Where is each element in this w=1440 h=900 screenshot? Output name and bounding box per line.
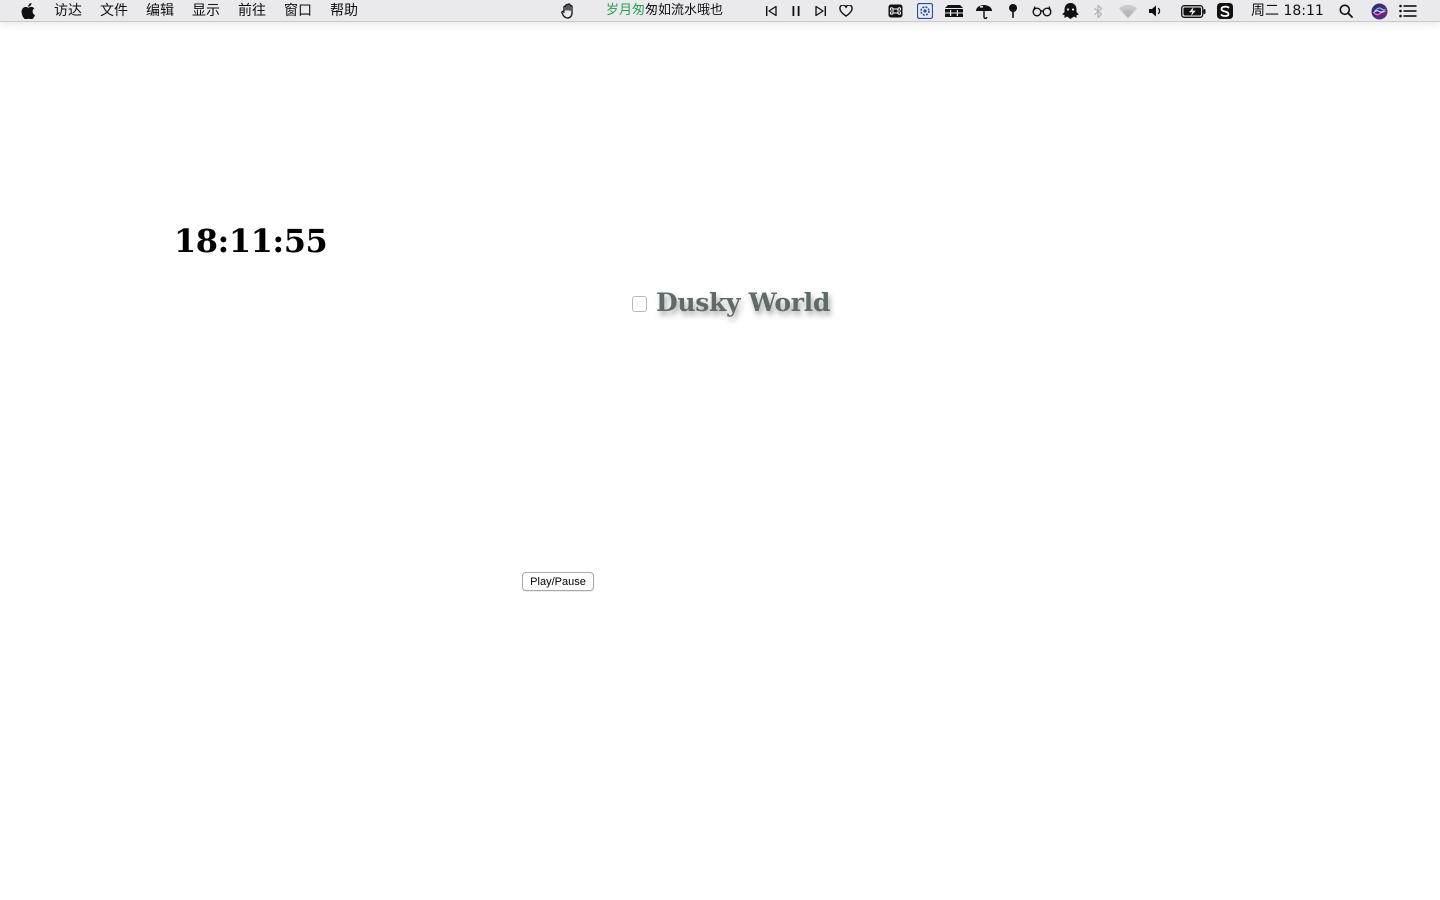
glasses-icon[interactable] <box>1032 0 1052 22</box>
battery-charging-icon[interactable] <box>1180 0 1206 22</box>
pin-icon[interactable] <box>1006 0 1020 22</box>
search-icon[interactable] <box>1338 0 1354 22</box>
hand-icon[interactable] <box>560 0 576 22</box>
clock-time: 18:11:55 <box>174 222 328 260</box>
menu-item-view[interactable]: 显示 <box>183 0 229 22</box>
heart-icon[interactable] <box>838 0 854 22</box>
previous-track-icon[interactable] <box>764 0 778 22</box>
wifi-icon[interactable] <box>1118 0 1138 22</box>
menu-bar-left: 访达 文件 编辑 显示 前往 窗口 帮助 <box>0 0 367 22</box>
next-track-icon[interactable] <box>814 0 828 22</box>
title-checkbox[interactable] <box>632 296 647 312</box>
s-app-icon[interactable] <box>1217 0 1233 22</box>
menu-item-edit[interactable]: 编辑 <box>137 0 183 22</box>
volume-icon[interactable] <box>1147 0 1164 22</box>
siri-icon[interactable] <box>1370 0 1388 22</box>
apple-icon[interactable] <box>20 2 36 19</box>
command-icon[interactable] <box>887 0 903 22</box>
list-icon[interactable] <box>1399 0 1417 22</box>
play-pause-button[interactable]: Play/Pause <box>522 572 594 591</box>
page-title: Dusky World <box>656 287 831 317</box>
menu-item-finder[interactable]: 访达 <box>54 0 91 22</box>
stack-icon[interactable] <box>944 0 964 22</box>
pause-icon[interactable] <box>790 0 802 22</box>
menubar-datetime[interactable]: 周二 18:11 <box>1251 0 1324 22</box>
menu-bar: 访达 文件 编辑 显示 前往 窗口 帮助 岁月匆匆如流水哦也 周二 18:11 <box>0 0 1440 22</box>
menu-item-go[interactable]: 前往 <box>229 0 275 22</box>
gear-badge-icon[interactable] <box>916 0 934 22</box>
title-row: Dusky World <box>632 284 830 320</box>
lyrics-played: 岁月匆 <box>606 3 646 18</box>
menu-item-window[interactable]: 窗口 <box>275 0 321 22</box>
menu-item-help[interactable]: 帮助 <box>321 0 367 22</box>
umbrella-icon[interactable] <box>975 0 993 22</box>
bluetooth-icon[interactable] <box>1092 0 1104 22</box>
ghost-icon[interactable] <box>1061 0 1080 22</box>
lyrics-display[interactable]: 岁月匆匆如流水哦也 <box>606 0 723 22</box>
menu-item-file[interactable]: 文件 <box>91 0 137 22</box>
lyrics-rest: 匆如流水哦也 <box>645 3 724 18</box>
